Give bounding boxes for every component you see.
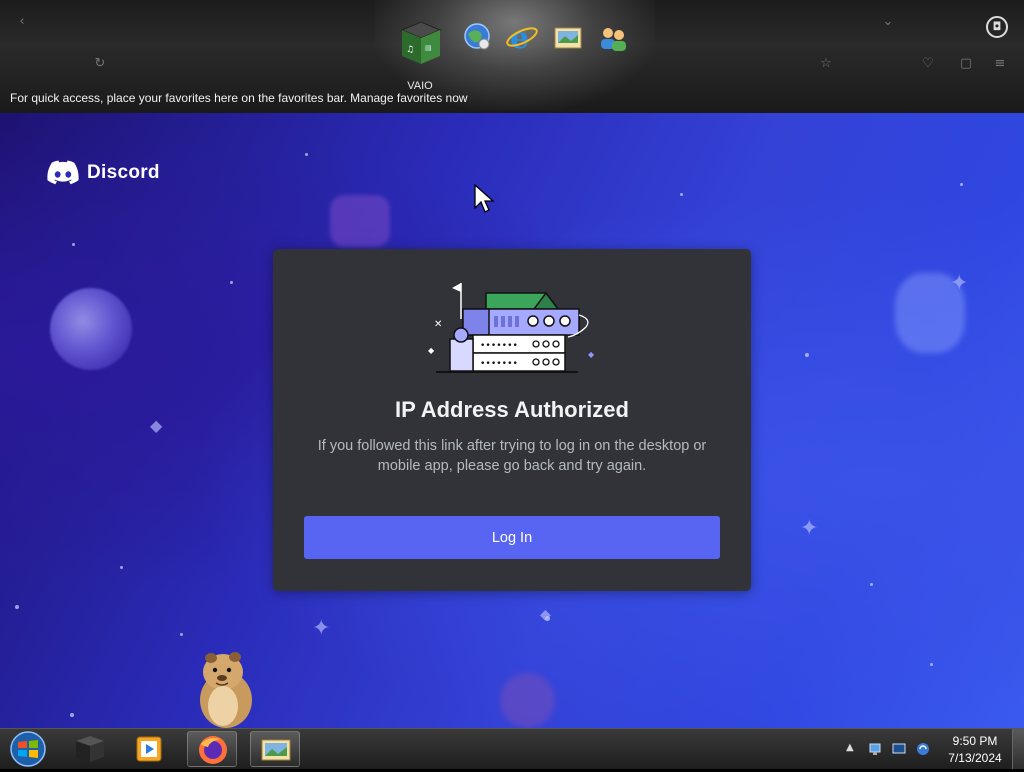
favorites-bar-hint: For quick access, place your favorites h… [10, 91, 468, 105]
star-decoration [70, 713, 74, 717]
photo-icon[interactable] [552, 22, 586, 56]
menu-icon[interactable]: ≡ [992, 56, 1008, 72]
star-decoration [72, 243, 75, 246]
svg-text:▤: ▤ [425, 44, 432, 52]
discord-logo[interactable]: Discord [47, 160, 160, 185]
mouse-cursor-icon [474, 184, 495, 213]
star-decoration [805, 353, 809, 357]
sync-icon[interactable] [916, 742, 930, 756]
star-decoration [15, 605, 19, 609]
star-decoration [960, 183, 963, 186]
globe-icon[interactable] [460, 20, 494, 54]
star-decoration [680, 193, 683, 196]
media-player-icon [136, 736, 162, 762]
taskbar: ▲ 9:50 PM 7/13/2024 [0, 728, 1024, 769]
profile-icon[interactable]: ◘ [986, 16, 1008, 38]
taskbar-item-photo-gallery[interactable] [250, 731, 300, 767]
star-decoration [120, 566, 123, 569]
collections-icon[interactable]: ▢ [958, 56, 974, 72]
card-description: If you followed this link after trying t… [317, 438, 707, 474]
svg-text:•••••••: ••••••• [480, 341, 518, 351]
svg-text:e: e [510, 21, 529, 54]
taskbar-item-vaio[interactable] [64, 731, 114, 767]
clock-date[interactable]: 7/13/2024 [940, 751, 1010, 765]
show-desktop-button[interactable] [1012, 729, 1024, 769]
star-decoration [305, 153, 308, 156]
card-title: IP Address Authorized [395, 397, 629, 422]
svg-text:◆: ◆ [428, 346, 435, 355]
show-hidden-icons-icon[interactable]: ▲ [846, 742, 854, 753]
log-in-button[interactable]: Log In [304, 516, 720, 559]
sparkle-decoration: ✦ [800, 516, 819, 541]
photo-gallery-icon [261, 739, 291, 761]
internet-explorer-icon[interactable]: e [505, 20, 539, 54]
lock-decoration [330, 195, 390, 247]
taskbar-item-firefox[interactable] [187, 731, 237, 767]
star-decoration [930, 663, 933, 666]
discord-logo-icon [47, 160, 79, 185]
blob-decoration [500, 673, 555, 728]
vaio-icon[interactable]: ♫ ▤ [398, 20, 444, 68]
sparkle-decoration: ◆ [540, 607, 551, 623]
discord-wordmark: Discord [87, 161, 160, 183]
star-decoration [180, 633, 183, 636]
clock-time[interactable]: 9:50 PM [940, 734, 1010, 748]
browser-chrome: ‹ ↻ ☆ ♡ ▢ ≡ ⌄ ◘ ♫ ▤ e VAIO For quick acc… [0, 0, 1024, 113]
start-orb-icon[interactable] [4, 730, 54, 768]
desktop-pet-icon[interactable] [193, 648, 263, 728]
refresh-icon[interactable]: ↻ [92, 56, 108, 72]
auth-card: ✕ ◆ ◆ ••••••• ••••••• IP Address Authori… [273, 249, 751, 591]
sparkle-decoration: ◆ [150, 416, 163, 435]
server-illustration: ✕ ◆ ◆ ••••••• ••••••• [428, 283, 595, 373]
svg-text:•••••••: ••••••• [480, 359, 518, 369]
display-icon[interactable] [892, 742, 906, 756]
users-icon[interactable] [596, 22, 630, 56]
discord-page: ✦ ✦ ✦ ◆ ◆ Discord ✕ ◆ ◆ ••••••• ••••••• … [0, 113, 1024, 728]
back-icon[interactable]: ‹ [14, 14, 30, 30]
network-icon[interactable] [868, 742, 882, 756]
sparkle-decoration: ✦ [312, 616, 331, 641]
tab-dropdown-icon[interactable]: ⌄ [880, 14, 896, 30]
svg-text:♫: ♫ [406, 45, 414, 55]
star-decoration [230, 281, 233, 284]
planet-decoration [50, 288, 132, 370]
svg-text:✕: ✕ [434, 319, 442, 330]
favorites-icon[interactable]: ♡ [920, 56, 936, 72]
system-tray: ▲ 9:50 PM 7/13/2024 [840, 729, 1024, 769]
balloon-decoration [895, 273, 965, 353]
vaio-box-icon [76, 736, 104, 762]
star-decoration [870, 583, 873, 586]
svg-text:◆: ◆ [588, 350, 595, 359]
taskbar-item-media-player[interactable] [124, 731, 174, 767]
star-icon[interactable]: ☆ [818, 56, 834, 72]
firefox-icon [199, 736, 227, 764]
